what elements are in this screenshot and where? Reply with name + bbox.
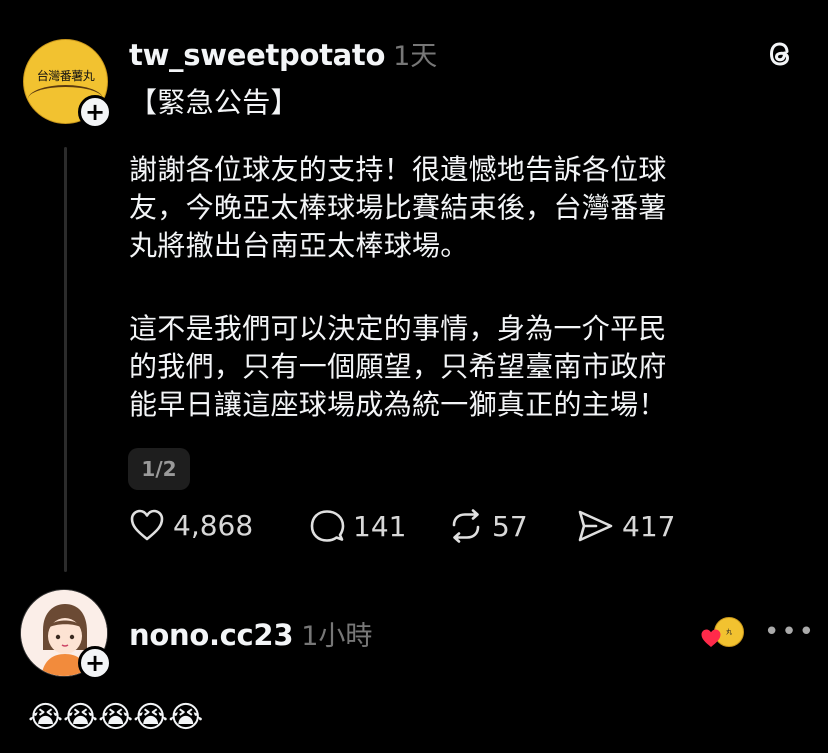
text-line: 的我們，只有一個願望，只希望臺南市政府: [129, 350, 667, 383]
repost-button[interactable]: 57: [448, 508, 528, 544]
text-line: 丸將撤出台南亞太棒球場。: [129, 229, 469, 262]
reply-button[interactable]: 141: [309, 508, 406, 544]
post-heading: 【緊急公告】: [129, 86, 299, 119]
post-paragraph-1: 謝謝各位球友的支持！很遺憾地告訴各位球 友，今晚亞太棒球場比賽結束後，台灣番薯 …: [129, 151, 667, 265]
username[interactable]: tw_sweetpotato: [129, 38, 385, 72]
text-line: 友，今晚亞太棒球場比賽結束後，台灣番薯: [129, 191, 667, 224]
avatar-logo-text: 台灣番薯丸: [36, 69, 95, 83]
threads-icon[interactable]: [762, 36, 798, 72]
reply-header: nono.cc23 1小時: [129, 614, 372, 653]
follow-plus-icon[interactable]: +: [78, 646, 112, 680]
post-header: tw_sweetpotato 1天: [129, 34, 437, 73]
page-indicator[interactable]: 1/2: [128, 448, 190, 490]
liked-heart-icon: [701, 629, 721, 647]
send-icon: [578, 510, 613, 542]
comment-icon: [310, 510, 345, 542]
text-line: 這不是我們可以決定的事情，身為一介平民: [129, 312, 667, 345]
repost-count: 57: [492, 509, 528, 543]
text-line: 謝謝各位球友的支持！很遺憾地告訴各位球: [129, 153, 667, 186]
like-count: 4,868: [173, 508, 254, 542]
reply-time: 1小時: [301, 621, 373, 652]
text-line: 能早日讓這座球場成為統一獅真正的主場！: [129, 388, 667, 421]
post-time: 1天: [393, 41, 438, 72]
like-button[interactable]: 4,868: [129, 508, 253, 542]
share-count: 417: [622, 509, 676, 543]
reply-username[interactable]: nono.cc23: [129, 618, 294, 652]
share-button[interactable]: 417: [576, 508, 675, 544]
follow-plus-icon[interactable]: +: [78, 95, 112, 129]
repost-icon: [452, 509, 480, 543]
reply-count: 141: [353, 509, 407, 543]
post-paragraph-2: 這不是我們可以決定的事情，身為一介平民 的我們，只有一個願望，只希望臺南市政府 …: [129, 310, 667, 424]
heart-icon: [130, 509, 164, 541]
more-options-icon[interactable]: •••: [764, 617, 816, 647]
reply-text: 😭😭😭😭😭: [28, 700, 204, 735]
thread-connector-line: [64, 147, 67, 572]
